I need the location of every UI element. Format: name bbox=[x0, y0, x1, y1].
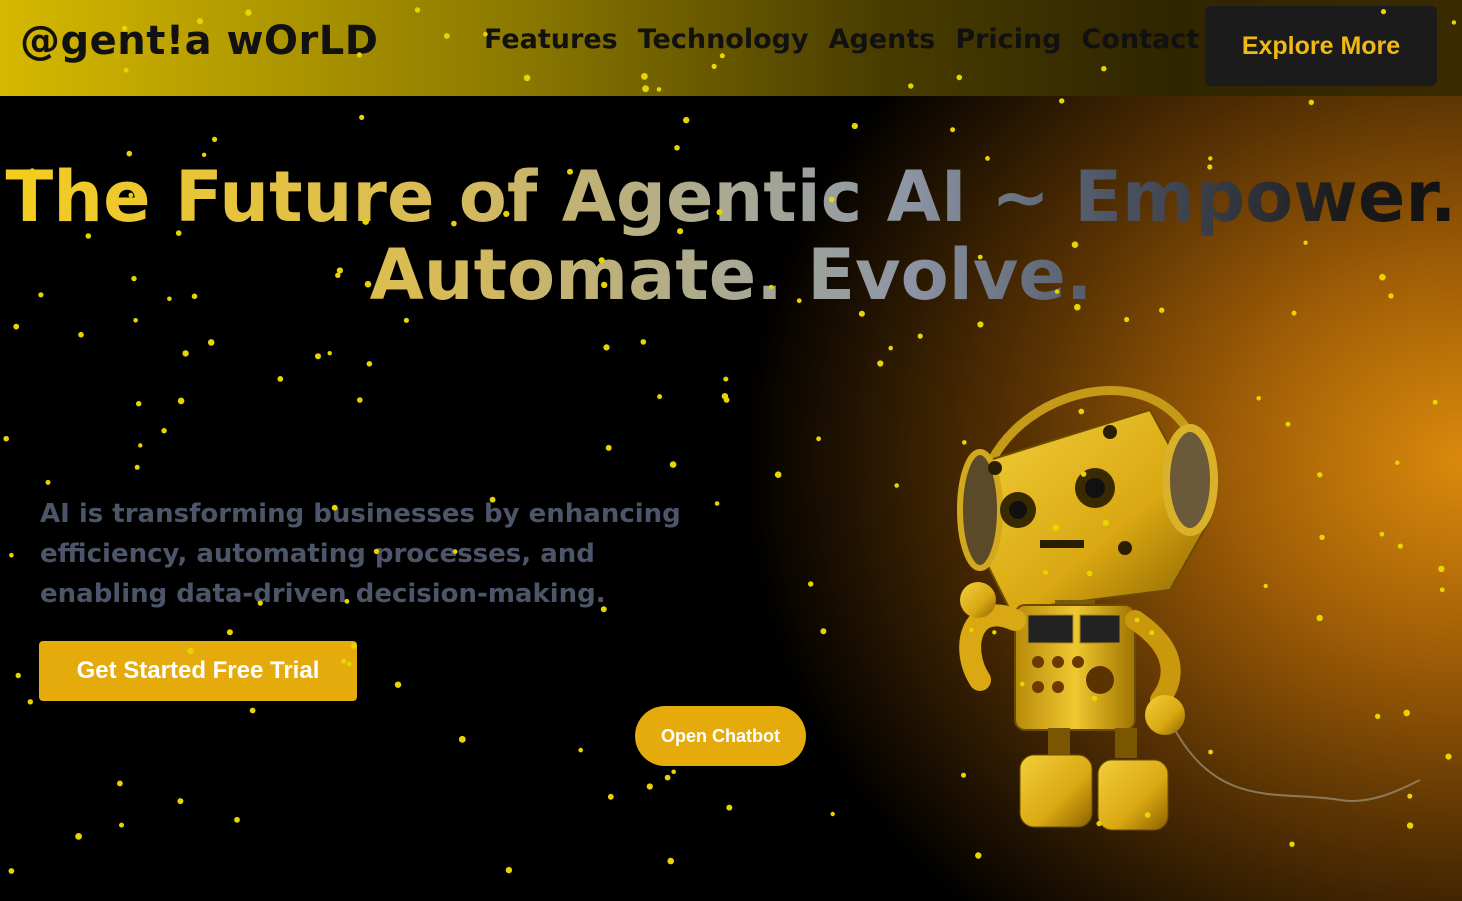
particle-dot bbox=[177, 397, 185, 405]
particle-dot bbox=[640, 339, 647, 345]
hero-title-line2: Automate. Evolve. bbox=[369, 234, 1093, 316]
particle-dot bbox=[726, 804, 733, 811]
particle-dot bbox=[851, 122, 858, 130]
nav-item-contact[interactable]: Contact bbox=[1082, 24, 1200, 55]
nav-item-features[interactable]: Features bbox=[484, 24, 618, 55]
particle-dot bbox=[117, 780, 123, 787]
particle-dot bbox=[607, 793, 614, 800]
particle-dot bbox=[667, 857, 674, 865]
particle-dot bbox=[234, 816, 240, 823]
particle-dot bbox=[212, 136, 218, 142]
particle-dot bbox=[15, 672, 21, 679]
nav-item-technology[interactable]: Technology bbox=[638, 24, 809, 55]
page: @gent!a wOrLD Features Technology Agents… bbox=[0, 0, 1462, 901]
particle-dot bbox=[723, 397, 730, 403]
particle-dot bbox=[133, 318, 138, 323]
particle-dot bbox=[403, 317, 409, 323]
top-navbar: @gent!a wOrLD Features Technology Agents… bbox=[0, 0, 1462, 96]
particle-dot bbox=[578, 747, 583, 753]
particle-dot bbox=[975, 852, 982, 859]
explore-more-button[interactable]: Explore More bbox=[1205, 6, 1437, 86]
particle-dot bbox=[830, 811, 835, 817]
particle-dot bbox=[774, 471, 782, 479]
particle-dot bbox=[664, 774, 671, 781]
particle-dot bbox=[646, 783, 653, 790]
particle-dot bbox=[816, 436, 821, 442]
particle-dot bbox=[138, 443, 143, 448]
particle-dot bbox=[808, 581, 814, 587]
particle-dot bbox=[458, 735, 466, 743]
particle-dot bbox=[249, 707, 256, 714]
particle-dot bbox=[977, 321, 984, 328]
particle-dot bbox=[820, 628, 827, 635]
particle-dot bbox=[674, 145, 680, 151]
particle-dot bbox=[277, 376, 284, 382]
particle-dot bbox=[134, 464, 140, 470]
particle-dot bbox=[327, 351, 332, 356]
particle-dot bbox=[75, 833, 82, 840]
particle-dot bbox=[8, 868, 15, 874]
robot-icon bbox=[957, 386, 1421, 831]
hero-description: AI is transforming businesses by enhanci… bbox=[40, 499, 681, 609]
get-started-button[interactable]: Get Started Free Trial bbox=[39, 641, 357, 701]
nav-item-agents[interactable]: Agents bbox=[829, 24, 936, 55]
nav-menu: Features Technology Agents Pricing Conta… bbox=[484, 24, 1199, 55]
particle-dot bbox=[119, 822, 124, 828]
particle-dot bbox=[45, 479, 51, 485]
particle-dot bbox=[3, 435, 10, 442]
particle-dot bbox=[1059, 98, 1065, 104]
particle-dot bbox=[359, 114, 365, 120]
particle-dot bbox=[669, 461, 677, 468]
particle-dot bbox=[27, 699, 33, 705]
particle-dot bbox=[683, 116, 690, 124]
particle-dot bbox=[136, 401, 142, 407]
particle-dot bbox=[357, 397, 363, 403]
nav-item-pricing[interactable]: Pricing bbox=[955, 24, 1061, 55]
particle-dot bbox=[315, 353, 321, 360]
particle-dot bbox=[603, 344, 610, 351]
particle-dot bbox=[1445, 753, 1452, 760]
particle-dot bbox=[182, 350, 189, 357]
particle-dot bbox=[366, 361, 373, 367]
particle-dot bbox=[671, 769, 676, 775]
particle-dot bbox=[605, 444, 612, 451]
hero-title: The Future of Agentic AI ~ Empower. Auto… bbox=[0, 158, 1462, 314]
particle-dot bbox=[723, 376, 729, 382]
particle-dot bbox=[207, 339, 215, 346]
particle-dot bbox=[505, 866, 513, 874]
particle-dot bbox=[1124, 316, 1130, 323]
particle-dot bbox=[721, 393, 729, 400]
particle-dot bbox=[888, 345, 893, 351]
particle-dot bbox=[950, 127, 956, 133]
particle-dot bbox=[1439, 587, 1445, 593]
particle-dot bbox=[226, 629, 233, 636]
particle-dot bbox=[161, 428, 167, 434]
site-logo[interactable]: @gent!a wOrLD bbox=[20, 18, 378, 64]
particle-dot bbox=[78, 331, 84, 338]
particle-dot bbox=[9, 552, 14, 558]
particle-dot bbox=[1308, 99, 1315, 106]
particle-dot bbox=[394, 681, 402, 688]
particle-dot bbox=[894, 483, 899, 488]
particle-dot bbox=[877, 360, 884, 367]
open-chatbot-button[interactable]: Open Chatbot bbox=[635, 706, 806, 766]
particle-dot bbox=[917, 333, 923, 339]
hero-title-line1: The Future of Agentic AI ~ Empower. bbox=[5, 156, 1457, 238]
particle-dot bbox=[177, 798, 184, 805]
particle-dot bbox=[657, 394, 663, 400]
particle-dot bbox=[13, 323, 20, 330]
